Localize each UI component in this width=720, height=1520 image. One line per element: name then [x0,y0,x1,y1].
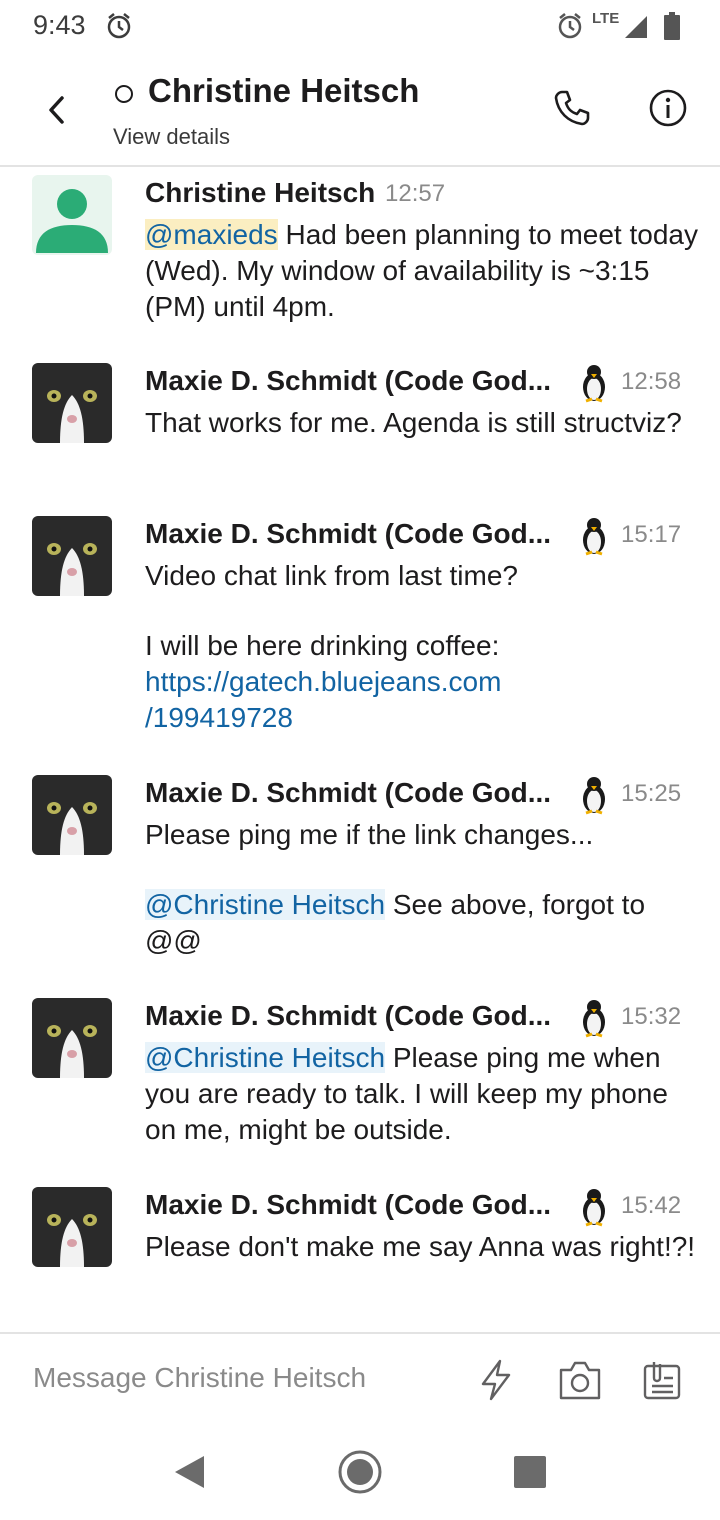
message-text: @maxieds Had been planning to meet today… [145,219,698,322]
avatar[interactable] [32,516,112,596]
cat-avatar-image [32,775,112,855]
signal-icon [623,14,649,45]
alarm-icon [557,12,583,45]
mention-user[interactable]: @Christine Heitsch [145,1042,386,1073]
message-author[interactable]: Maxie D. Schmidt (Code God... [145,777,551,809]
default-user-icon [36,189,108,253]
message-text: Please ping me if the link changes... @C… [145,819,646,956]
message-timestamp: 15:42 [621,1192,682,1219]
message-author[interactable]: Maxie D. Schmidt (Code God... [145,365,551,397]
message-text: Please don't make me say Anna was right!… [145,1231,696,1262]
penguin-icon[interactable] [578,1187,610,1227]
message-author[interactable]: Christine Heitsch [145,177,375,209]
message-link[interactable]: https://gatech.bluejeans.com [145,666,501,697]
lightning-icon[interactable] [474,1358,518,1402]
mention-user[interactable]: @Christine Heitsch [145,889,386,920]
message-timestamp: 12:58 [621,368,682,395]
avatar[interactable] [32,775,112,855]
message-composer: Message Christine Heitsch [0,1332,720,1426]
presence-away-icon [115,85,133,103]
status-bar: 9:43 LTE [0,0,720,52]
penguin-icon[interactable] [578,363,610,403]
battery-icon [664,12,680,45]
message-author[interactable]: Maxie D. Schmidt (Code God... [145,1189,551,1221]
message-text: That works for me. Agenda is still struc… [145,407,682,438]
avatar[interactable] [32,1187,112,1267]
info-icon[interactable] [648,88,688,128]
conversation-title[interactable]: Christine Heitsch [148,72,419,110]
nav-back-icon[interactable] [172,1454,206,1495]
avatar[interactable] [32,175,112,255]
message-timestamp: 15:17 [621,521,682,548]
system-nav-bar [0,1424,720,1520]
back-icon[interactable] [42,90,72,130]
cat-avatar-image [32,998,112,1078]
network-label: LTE [592,10,620,27]
cat-avatar-image [32,1187,112,1267]
message-text: @Christine Heitsch Please ping me when y… [145,1042,668,1145]
nav-home-icon[interactable] [337,1449,383,1500]
attachment-icon[interactable] [640,1358,684,1402]
message-author[interactable]: Maxie D. Schmidt (Code God... [145,518,551,550]
status-time: 9:43 [33,10,86,40]
avatar[interactable] [32,363,112,443]
message-text: Video chat link from last time? I will b… [145,560,518,733]
message-link[interactable]: /199419728 [145,702,293,733]
nav-recents-icon[interactable] [514,1456,546,1493]
penguin-icon[interactable] [578,998,610,1038]
avatar[interactable] [32,998,112,1078]
alarm-icon [106,12,132,45]
cat-avatar-image [32,363,112,443]
message-timestamp: 12:57 [385,180,446,207]
penguin-icon[interactable] [578,516,610,556]
view-details-link[interactable]: View details [113,124,230,150]
camera-icon[interactable] [557,1358,601,1402]
cat-avatar-image [32,516,112,596]
phone-icon[interactable] [552,88,592,128]
message-timestamp: 15:32 [621,1003,682,1030]
message-timestamp: 15:25 [621,780,682,807]
mention-self[interactable]: @maxieds [145,219,278,250]
message-author[interactable]: Maxie D. Schmidt (Code God... [145,1000,551,1032]
message-input[interactable]: Message Christine Heitsch [33,1362,366,1394]
penguin-icon[interactable] [578,775,610,815]
conversation-header: Christine Heitsch View details [0,52,720,167]
